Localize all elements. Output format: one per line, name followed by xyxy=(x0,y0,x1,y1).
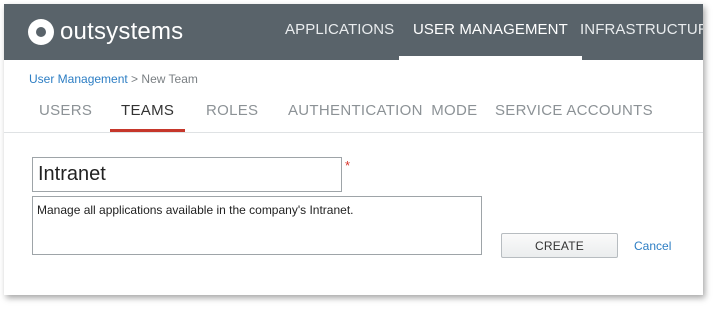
nav-applications[interactable]: APPLICATIONS xyxy=(285,4,394,60)
app-window: outsystems APPLICATIONS USER MANAGEMENT … xyxy=(4,4,703,295)
top-header: outsystems APPLICATIONS USER MANAGEMENT … xyxy=(4,4,703,60)
tab-users[interactable]: USERS xyxy=(39,102,92,119)
tab-authentication-mode[interactable]: AUTHENTICATION MODE xyxy=(288,102,477,119)
tab-service-accounts[interactable]: SERVICE ACCOUNTS xyxy=(495,102,653,119)
logo-text: outsystems xyxy=(60,18,184,45)
nav-user-management[interactable]: USER MANAGEMENT xyxy=(399,4,582,60)
logo[interactable]: outsystems xyxy=(28,18,183,46)
breadcrumb: User Management > New Team xyxy=(29,72,198,86)
breadcrumb-current: New Team xyxy=(141,72,198,86)
tab-teams[interactable]: TEAMS xyxy=(109,102,186,132)
breadcrumb-user-management-link[interactable]: User Management xyxy=(29,72,128,86)
cancel-link[interactable]: Cancel xyxy=(634,239,671,253)
outsystems-logo-icon xyxy=(28,19,54,45)
breadcrumb-separator: > xyxy=(127,72,142,86)
nav-infrastructure[interactable]: INFRASTRUCTURE xyxy=(580,4,703,60)
team-description-textarea[interactable]: Manage all applications available in the… xyxy=(32,196,482,255)
team-name-input[interactable]: Intranet xyxy=(32,157,342,192)
section-tabs: USERS TEAMS ROLES AUTHENTICATION MODE SE… xyxy=(4,96,703,133)
create-button[interactable]: CREATE xyxy=(501,233,618,258)
required-marker: * xyxy=(345,158,351,173)
tab-roles[interactable]: ROLES xyxy=(206,102,258,119)
